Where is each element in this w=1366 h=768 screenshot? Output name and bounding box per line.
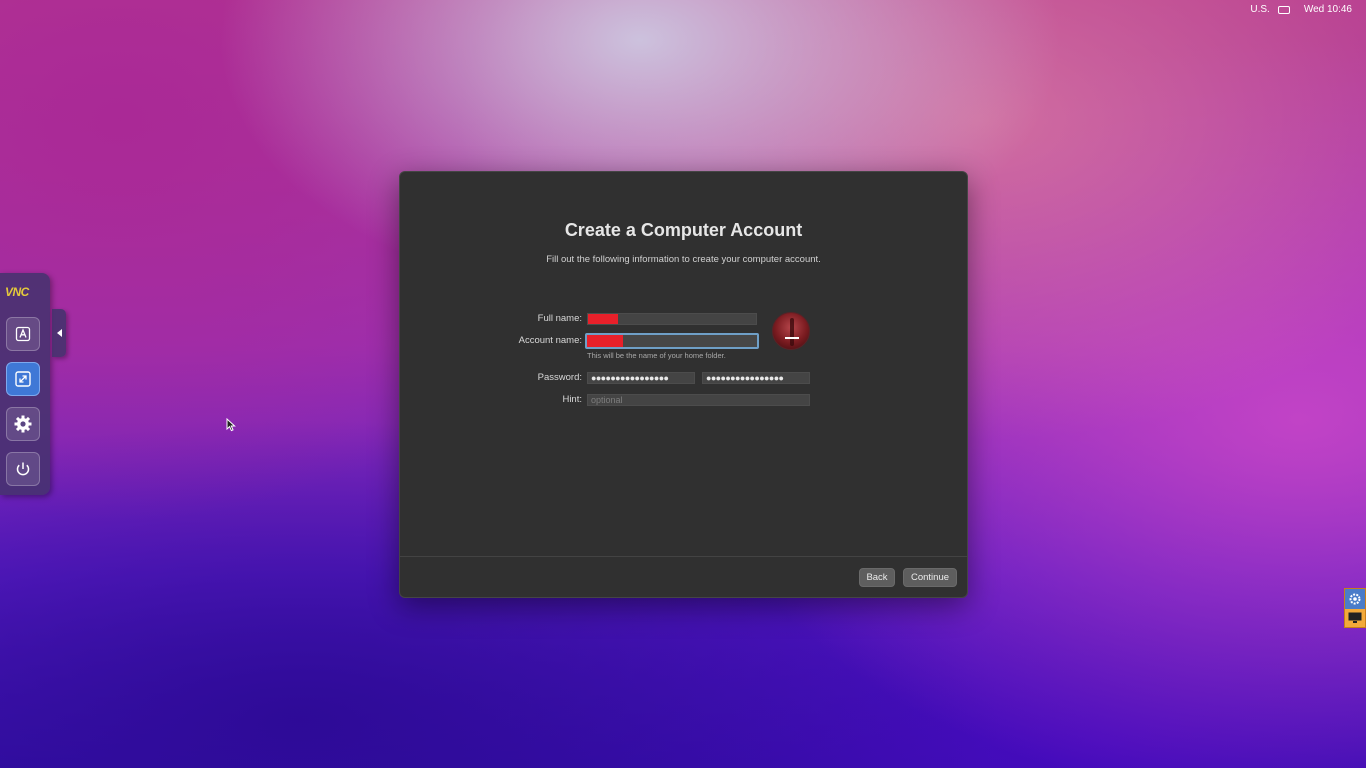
- vnc-toolbar: VNC: [0, 273, 50, 495]
- keyboard-a-icon: [15, 326, 31, 342]
- hint-placeholder: optional: [591, 395, 623, 405]
- scale-button[interactable]: [6, 362, 40, 396]
- power-icon: [16, 462, 30, 476]
- vnc-toolbar-collapse[interactable]: [52, 309, 66, 357]
- back-button[interactable]: Back: [859, 568, 895, 587]
- password-field[interactable]: ●●●●●●●●●●●●●●●●: [587, 372, 695, 384]
- continue-button[interactable]: Continue: [903, 568, 957, 587]
- verify-password-field[interactable]: ●●●●●●●●●●●●●●●●: [702, 372, 810, 384]
- full-name-field[interactable]: [587, 313, 757, 325]
- scale-icon: [15, 371, 31, 387]
- verify-password-value: ●●●●●●●●●●●●●●●●: [706, 373, 784, 383]
- hint-label: Hint:: [562, 394, 582, 405]
- dialog-subtitle: Fill out the following information to cr…: [546, 254, 821, 265]
- gear-icon: [14, 415, 32, 433]
- vnc-logo: VNC: [5, 285, 29, 299]
- dialog-title: Create a Computer Account: [564, 220, 803, 240]
- account-name-field[interactable]: [585, 333, 759, 349]
- monitor-icon: [1348, 612, 1362, 623]
- gear-icon: [1349, 593, 1361, 605]
- keyboard-button[interactable]: [6, 317, 40, 351]
- user-picture-icon[interactable]: [772, 312, 810, 350]
- create-account-dialog: Create a Computer Account Fill out the f…: [399, 171, 968, 598]
- account-name-label: Account name:: [518, 335, 582, 346]
- footer-divider: [400, 556, 967, 557]
- mouse-cursor-icon: [226, 418, 236, 432]
- edge-widget[interactable]: [1344, 588, 1366, 628]
- password-label: Password:: [537, 372, 582, 383]
- power-button[interactable]: [6, 452, 40, 486]
- menubar-status: U.S. Wed 10:46: [1250, 4, 1352, 15]
- password-value: ●●●●●●●●●●●●●●●●: [591, 373, 669, 383]
- account-name-helper: This will be the name of your home folde…: [587, 351, 726, 360]
- redacted-value: [588, 314, 618, 324]
- input-source-label[interactable]: U.S.: [1250, 4, 1269, 15]
- chevron-left-icon: [56, 329, 62, 337]
- hint-field[interactable]: optional: [587, 394, 810, 406]
- settings-button[interactable]: [6, 407, 40, 441]
- menubar-clock[interactable]: Wed 10:46: [1304, 4, 1352, 15]
- full-name-label: Full name:: [537, 313, 582, 324]
- redacted-value: [587, 335, 623, 347]
- keyboard-icon[interactable]: [1277, 5, 1290, 14]
